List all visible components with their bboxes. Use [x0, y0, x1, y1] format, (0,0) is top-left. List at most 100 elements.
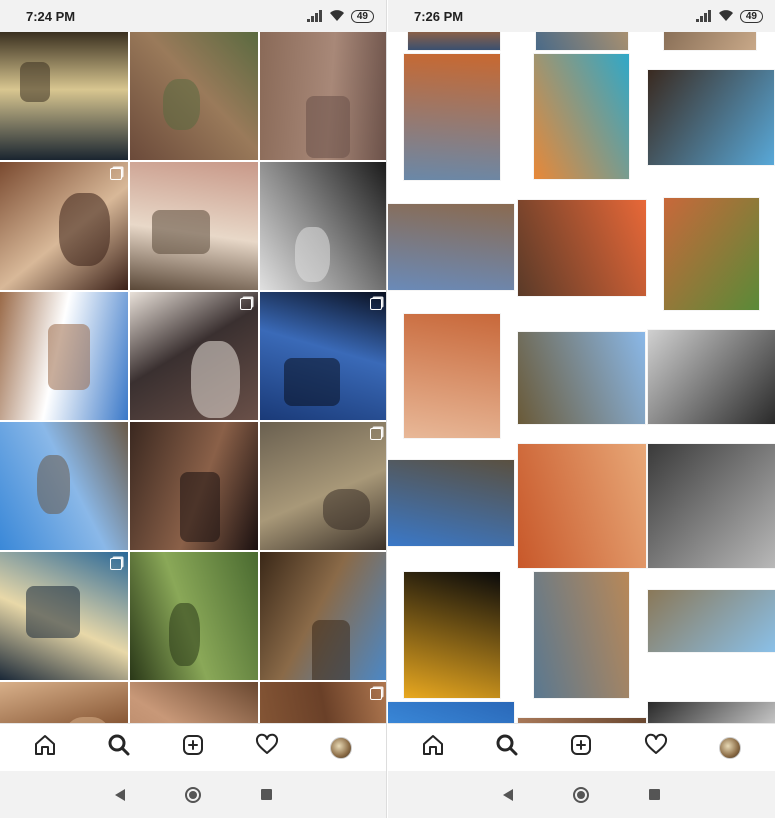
wifi-icon	[329, 10, 345, 22]
recents-icon[interactable]	[260, 789, 272, 800]
photo-subject	[163, 79, 200, 130]
status-icons: 49	[695, 9, 763, 23]
tile-hand-fruit[interactable]	[0, 32, 128, 160]
recents-icon[interactable]	[649, 789, 660, 800]
photo-subject	[169, 603, 200, 666]
tile-woman-rock[interactable]	[130, 292, 258, 420]
nav-home-button[interactable]	[411, 726, 455, 770]
nav-activity-button[interactable]	[634, 726, 678, 770]
home-circle-icon[interactable]	[184, 786, 201, 803]
nav-new-post-button[interactable]	[559, 726, 603, 770]
signal-icon	[695, 10, 712, 22]
back-icon[interactable]	[114, 788, 125, 801]
nav-activity-button[interactable]	[245, 726, 289, 770]
photo-subject	[323, 489, 370, 530]
photo-subject	[59, 193, 110, 266]
nav-search-button[interactable]	[97, 726, 141, 770]
bottom-nav	[0, 723, 386, 771]
back-icon[interactable]	[503, 788, 513, 801]
system-nav-bar	[388, 771, 775, 818]
nav-home-button[interactable]	[23, 726, 67, 770]
photo-subject	[37, 455, 70, 514]
multi-photo-icon	[110, 558, 122, 570]
system-nav-bar	[0, 771, 386, 818]
multi-photo-icon	[370, 298, 382, 310]
multi-photo-icon	[240, 298, 252, 310]
tile-rock-texture[interactable]	[260, 32, 386, 160]
tile-blue-sky-road[interactable]	[0, 292, 128, 420]
nav-new-post-button[interactable]	[171, 726, 215, 770]
home-circle-icon[interactable]	[573, 786, 589, 803]
photo-canyon-pool[interactable]	[404, 54, 500, 180]
tile-cave-paintings[interactable]	[0, 162, 128, 290]
tile-silhouette-rock[interactable]	[260, 292, 386, 420]
tile-rider-blue-sky[interactable]	[0, 422, 128, 550]
photo-top-3[interactable]	[664, 32, 756, 50]
photo-top-2[interactable]	[536, 32, 628, 50]
tile-rock-orange[interactable]	[0, 682, 128, 723]
multi-photo-icon	[370, 428, 382, 440]
add-post-icon	[181, 733, 205, 762]
photo-boots-cigar[interactable]	[518, 200, 646, 296]
tile-rock-petro[interactable]	[130, 682, 258, 723]
photo-top-1[interactable]	[408, 32, 500, 50]
photo-rock-formation[interactable]	[534, 572, 629, 698]
tile-people-portrait[interactable]	[130, 162, 258, 290]
tile-mission-church[interactable]	[0, 552, 128, 680]
nav-search-button[interactable]	[485, 726, 529, 770]
tile-canyon-riders[interactable]	[260, 552, 386, 680]
photo-mule-bw[interactable]	[648, 330, 775, 424]
photo-bottom-blue[interactable]	[388, 702, 514, 723]
photo-mesa-vista[interactable]	[388, 460, 514, 546]
photo-cave-overlook[interactable]	[648, 70, 774, 165]
nav-profile-button[interactable]	[319, 726, 363, 770]
heart-icon	[644, 733, 668, 762]
tile-cave-wall[interactable]	[130, 422, 258, 550]
status-time: 7:26 PM	[414, 8, 464, 24]
right-phone-screen: 7:26 PM 49	[388, 0, 775, 818]
photo-subject	[48, 324, 90, 390]
status-bar: 7:24 PM 49	[0, 0, 386, 32]
photo-subject	[306, 96, 350, 158]
tile-rock-brown[interactable]	[260, 682, 386, 723]
signal-icon	[306, 10, 323, 22]
photo-subject	[152, 210, 210, 254]
photo-subject	[284, 358, 340, 406]
photo-subject	[312, 620, 350, 680]
photo-deer-painting[interactable]	[404, 314, 500, 438]
photo-cardon-bw[interactable]	[648, 444, 775, 568]
photo-road-cattle[interactable]	[648, 590, 775, 652]
photo-waterfall-dark[interactable]	[404, 572, 500, 698]
status-icons: 49	[306, 9, 374, 23]
search-icon	[107, 733, 131, 762]
tile-desert-cactus[interactable]	[130, 32, 258, 160]
home-icon	[421, 733, 445, 762]
tile-cowboy-bw[interactable]	[260, 162, 386, 290]
multi-photo-icon	[110, 168, 122, 180]
photo-subject	[26, 586, 80, 638]
photo-soup-bowl[interactable]	[534, 54, 629, 179]
tile-mule-trail[interactable]	[260, 422, 386, 550]
profile-avatar	[330, 736, 352, 759]
photo-red-figures[interactable]	[518, 444, 646, 568]
search-icon	[495, 733, 519, 762]
photo-cactus-canyon[interactable]	[518, 332, 645, 424]
multi-photo-icon	[370, 688, 382, 700]
photo-bottom-dark[interactable]	[648, 702, 775, 723]
explore-grid[interactable]	[0, 32, 386, 723]
tile-woman-palm[interactable]	[130, 552, 258, 680]
wifi-icon	[718, 10, 734, 22]
left-phone-screen: 7:24 PM 49	[0, 0, 387, 818]
status-time: 7:24 PM	[26, 8, 76, 24]
nav-profile-button[interactable]	[708, 726, 752, 770]
status-bar: 7:26 PM 49	[388, 0, 775, 32]
battery-icon: 49	[350, 9, 374, 23]
photo-subject	[20, 62, 50, 102]
heart-icon	[255, 733, 279, 762]
add-post-icon	[569, 733, 593, 762]
photo-canyon-stream[interactable]	[664, 198, 759, 310]
collage-feed[interactable]	[388, 32, 775, 723]
photo-rock-sky[interactable]	[388, 204, 514, 290]
photo-subject	[180, 472, 220, 542]
photo-subject	[295, 227, 330, 282]
